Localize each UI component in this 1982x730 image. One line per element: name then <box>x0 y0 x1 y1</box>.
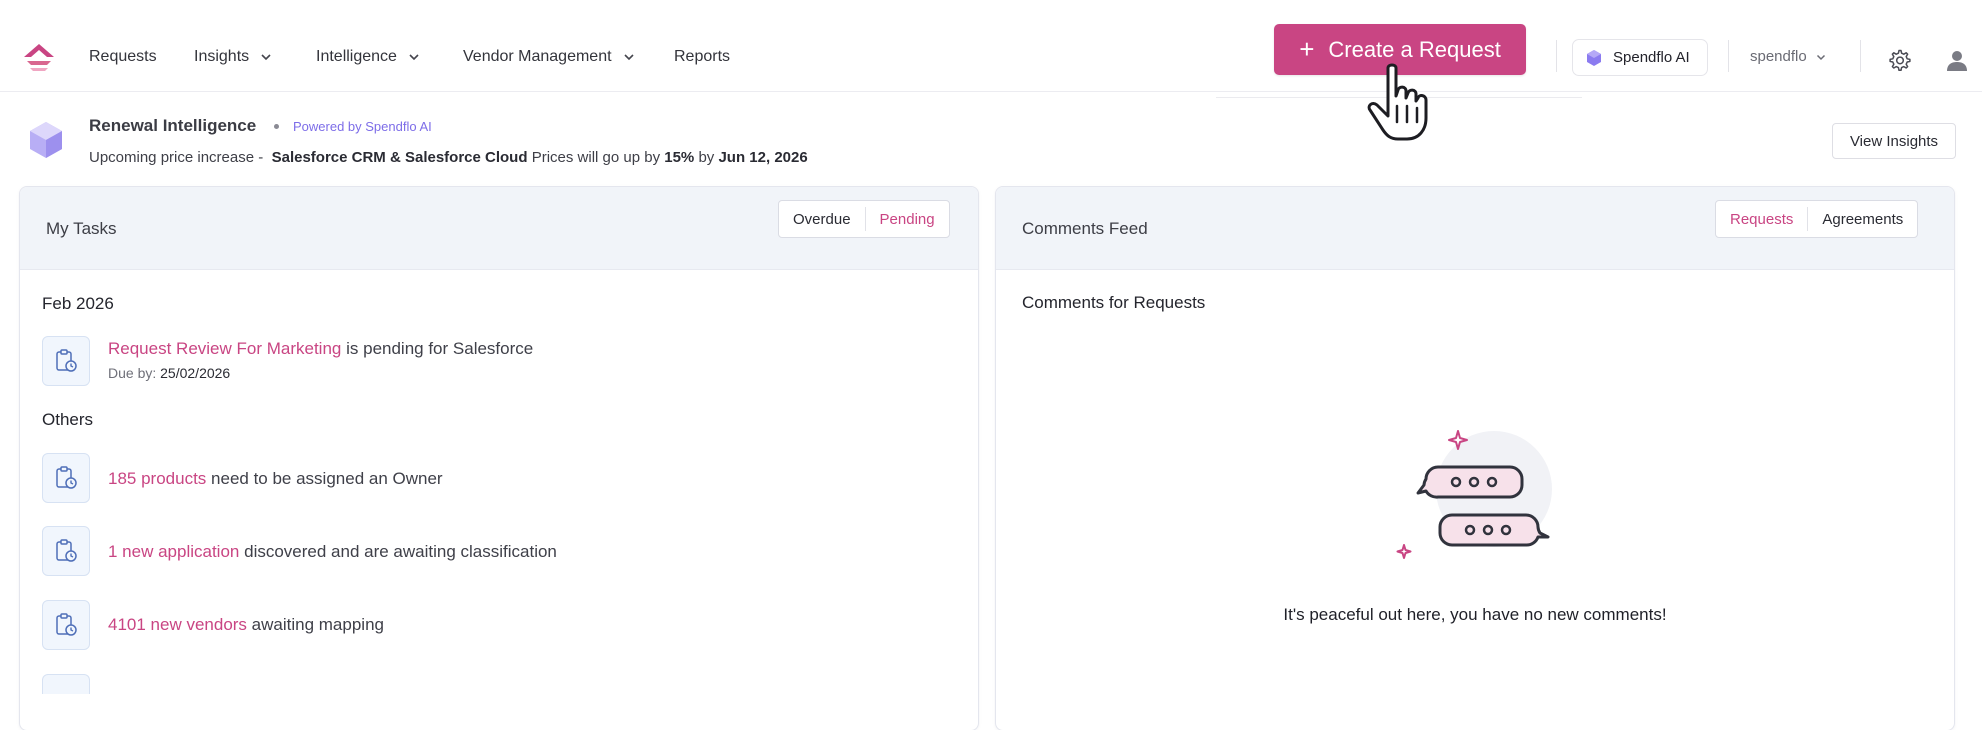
task-icon <box>42 526 90 576</box>
task-item: 185 products need to be assigned an Owne… <box>108 469 443 489</box>
price-increase-message: Upcoming price increase - Salesforce CRM… <box>89 149 808 166</box>
task-description: awaiting mapping <box>251 615 384 634</box>
user-avatar-icon[interactable] <box>1944 47 1970 73</box>
comments-feed-title: Comments Feed <box>1022 219 1148 238</box>
chevron-down-icon <box>409 54 419 61</box>
nav-intelligence-label: Intelligence <box>316 48 397 65</box>
task-icon <box>42 336 90 386</box>
plus-icon: + <box>1299 33 1315 64</box>
powered-by-label: Powered by Spendflo AI <box>293 119 432 134</box>
separator-dot <box>274 124 279 129</box>
view-insights-label: View Insights <box>1849 132 1939 150</box>
chevron-down-icon <box>261 54 271 61</box>
task-due: Due by: 25/02/2026 <box>108 365 230 381</box>
divider <box>1556 40 1557 72</box>
chevron-down-icon <box>623 54 634 61</box>
renewal-intelligence-icon <box>30 122 62 158</box>
nav-reports[interactable]: Reports <box>674 48 730 66</box>
my-tasks-panel: My Tasks Overdue Pending Feb 2026 Reques… <box>19 186 979 730</box>
spendflo-ai-button[interactable]: Spendflo AI <box>1572 39 1708 76</box>
tab-requests[interactable]: Requests <box>1716 201 1807 237</box>
task-description: is pending for Salesforce <box>346 339 534 358</box>
task-item: 1 new application discovered and are awa… <box>108 542 557 562</box>
due-date: 25/02/2026 <box>160 365 231 381</box>
task-description: need to be assigned an Owner <box>211 469 443 488</box>
clipboard-clock-icon <box>56 539 77 562</box>
task-icon <box>42 600 90 650</box>
ai-hexagon-icon <box>1587 49 1601 66</box>
task-link[interactable]: 185 products <box>108 469 206 488</box>
create-request-label: Create a Request <box>1328 36 1501 62</box>
comments-feed-header: Comments Feed Requests Agreements <box>996 187 1954 270</box>
divider <box>1728 40 1729 72</box>
increase-percent: 15% <box>664 149 695 166</box>
nav-requests[interactable]: Requests <box>89 48 157 66</box>
comments-feed-panel: Comments Feed Requests Agreements Commen… <box>995 186 1955 730</box>
spendflo-ai-label: Spendflo AI <box>1613 49 1690 66</box>
my-tasks-title: My Tasks <box>46 219 117 238</box>
task-icon <box>42 453 90 503</box>
increase-date: Jun 12, 2026 <box>718 149 808 166</box>
task-link[interactable]: 1 new application <box>108 542 239 561</box>
clipboard-clock-icon <box>56 613 77 636</box>
nav-insights[interactable]: Insights <box>194 48 273 66</box>
task-link[interactable]: Request Review For Marketing <box>108 339 341 358</box>
price-increase-middle: Prices will go up by <box>531 149 661 166</box>
top-navigation: Requests Insights Intelligence Vendor Ma… <box>0 0 1982 92</box>
task-group-title: Others <box>42 410 94 429</box>
nav-reports-label: Reports <box>674 48 731 65</box>
tab-overdue[interactable]: Overdue <box>779 201 865 237</box>
clipboard-clock-icon <box>56 466 77 489</box>
my-tasks-header: My Tasks Overdue Pending <box>20 187 978 270</box>
tab-pending[interactable]: Pending <box>866 201 949 237</box>
task-link[interactable]: 4101 new vendors <box>108 615 247 634</box>
view-insights-button[interactable]: View Insights <box>1832 123 1956 159</box>
task-description: discovered and are awaiting classificati… <box>244 542 557 561</box>
nav-vendor-management-label: Vendor Management <box>463 48 612 65</box>
task-item: 4101 new vendors awaiting mapping <box>108 615 384 635</box>
nav-vendor-management[interactable]: Vendor Management <box>463 48 636 66</box>
comments-filter-toggle: Requests Agreements <box>1715 200 1919 238</box>
empty-state-message: It's peaceful out here, you have no new … <box>1283 605 1667 624</box>
account-switcher[interactable]: spendflo <box>1750 48 1827 65</box>
nav-requests-label: Requests <box>89 48 157 65</box>
task-filter-toggle: Overdue Pending <box>778 200 950 238</box>
affected-products: Salesforce CRM & Salesforce Cloud <box>271 149 528 166</box>
tab-agreements[interactable]: Agreements <box>1808 201 1917 237</box>
task-item: Request Review For Marketing is pending … <box>108 339 533 359</box>
pointer-hand-cursor-icon <box>1367 63 1428 141</box>
nav-intelligence[interactable]: Intelligence <box>316 48 421 66</box>
due-label: Due by: <box>108 365 157 381</box>
price-increase-prefix: Upcoming price increase - <box>89 149 264 166</box>
account-name: spendflo <box>1750 48 1807 65</box>
chat-bubbles-icon <box>1396 430 1552 559</box>
comments-subtitle: Comments for Requests <box>1022 293 1206 312</box>
task-group-title: Feb 2026 <box>42 294 114 313</box>
spendflo-logo-icon[interactable] <box>22 42 56 74</box>
banner-title: Renewal Intelligence <box>89 116 257 135</box>
divider <box>1860 40 1861 72</box>
chevron-down-icon <box>1816 54 1825 60</box>
gear-icon[interactable] <box>1887 48 1911 72</box>
clipboard-clock-icon <box>56 349 77 372</box>
nav-insights-label: Insights <box>194 48 250 65</box>
task-icon <box>42 674 90 694</box>
increase-by: by <box>698 149 715 166</box>
